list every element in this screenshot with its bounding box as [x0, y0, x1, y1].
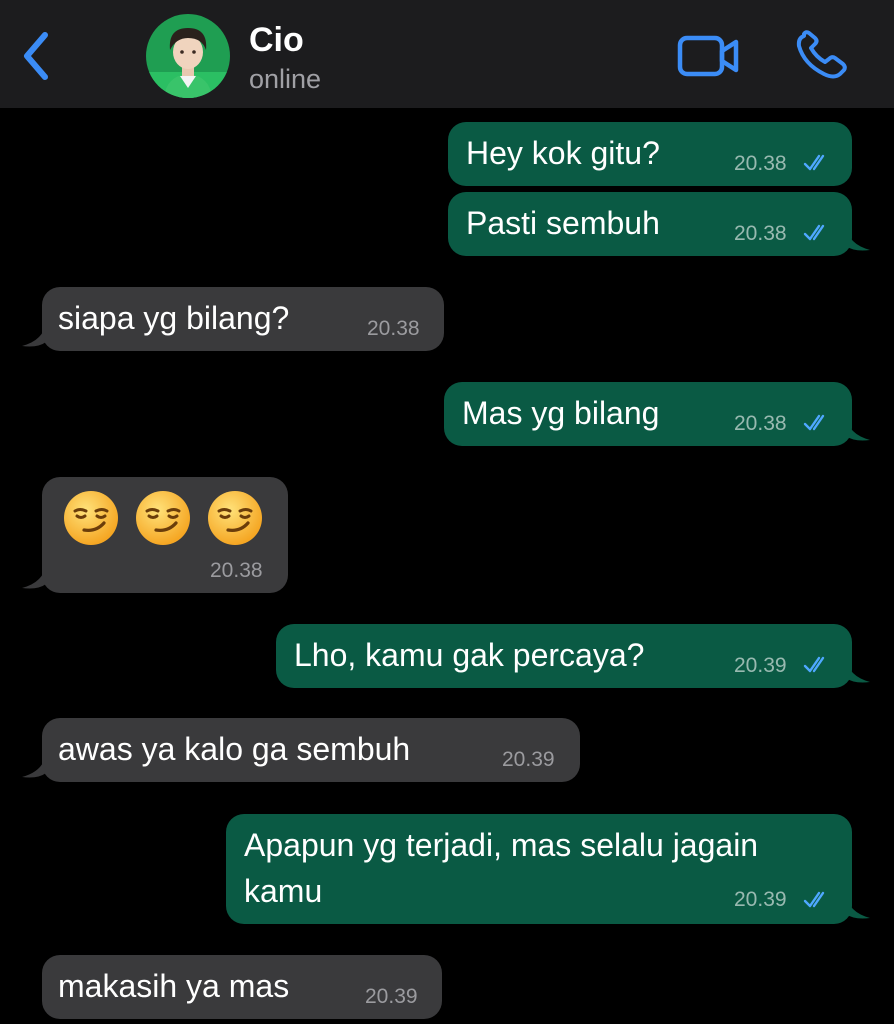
smirking-face-icon — [64, 491, 118, 545]
contact-name[interactable]: Cio — [249, 20, 304, 60]
bubble-tail — [846, 658, 870, 683]
message-time: 20.38 — [734, 412, 787, 435]
phone-icon — [796, 30, 847, 79]
read-ticks-icon — [803, 414, 825, 431]
message-time: 20.39 — [502, 748, 555, 771]
chevron-left-icon — [24, 32, 48, 80]
read-ticks-icon — [803, 891, 825, 908]
video-camera-icon — [677, 35, 739, 77]
voice-call-button[interactable] — [794, 30, 850, 82]
back-button[interactable] — [14, 28, 58, 84]
read-ticks-icon — [803, 224, 825, 241]
read-ticks-icon — [803, 656, 825, 673]
bubble-tail — [846, 894, 870, 919]
message-text: Mas yg bilang — [462, 395, 660, 431]
message-text: Pasti sembuh — [466, 205, 660, 241]
message-time: 20.38 — [734, 222, 787, 245]
contact-status: online — [249, 64, 322, 94]
message-time: 20.39 — [734, 888, 787, 911]
message-bubble-outgoing[interactable]: Apapun yg terjadi, mas selalu jagain kam… — [226, 814, 852, 924]
message-bubble-outgoing[interactable]: Lho, kamu gak percaya? 20.39 — [276, 624, 852, 688]
bubble-tail — [22, 564, 46, 589]
message-bubble-incoming[interactable]: makasih ya mas 20.39 — [42, 955, 442, 1019]
bubble-tail — [846, 226, 870, 251]
smirking-face-icon — [136, 491, 190, 545]
message-text: siapa yg bilang? — [58, 300, 290, 336]
message-text: Lho, kamu gak percaya? — [294, 637, 645, 673]
message-bubble-incoming[interactable]: awas ya kalo ga sembuh 20.39 — [42, 718, 580, 782]
message-text: makasih ya mas — [58, 968, 290, 1004]
message-time: 20.39 — [365, 985, 418, 1008]
message-bubble-outgoing[interactable]: Hey kok gitu? 20.38 — [448, 122, 852, 186]
message-bubble-incoming[interactable]: 20.38 — [42, 477, 288, 593]
message-time: 20.38 — [367, 317, 420, 340]
message-text-line-1: Apapun yg terjadi, mas selalu jagain — [244, 827, 759, 863]
message-bubble-outgoing[interactable]: Mas yg bilang 20.38 — [444, 382, 852, 446]
avatar-image — [146, 14, 230, 98]
bubble-tail — [22, 322, 46, 347]
message-text: Hey kok gitu? — [466, 135, 660, 171]
message-time: 20.38 — [734, 152, 787, 175]
read-ticks-icon — [803, 154, 825, 171]
bubble-tail — [22, 753, 46, 778]
message-bubble-incoming[interactable]: siapa yg bilang? 20.38 — [42, 287, 444, 351]
bubble-tail — [846, 416, 870, 441]
message-text-line-2: kamu — [244, 873, 323, 909]
smirking-face-icon — [208, 491, 262, 545]
avatar[interactable] — [146, 14, 230, 98]
video-call-button[interactable] — [676, 32, 742, 80]
message-text: awas ya kalo ga sembuh — [58, 731, 411, 767]
chat-header: Cio online — [0, 0, 894, 108]
message-time: 20.38 — [210, 559, 263, 582]
message-bubble-outgoing[interactable]: Pasti sembuh 20.38 — [448, 192, 852, 256]
message-time: 20.39 — [734, 654, 787, 677]
